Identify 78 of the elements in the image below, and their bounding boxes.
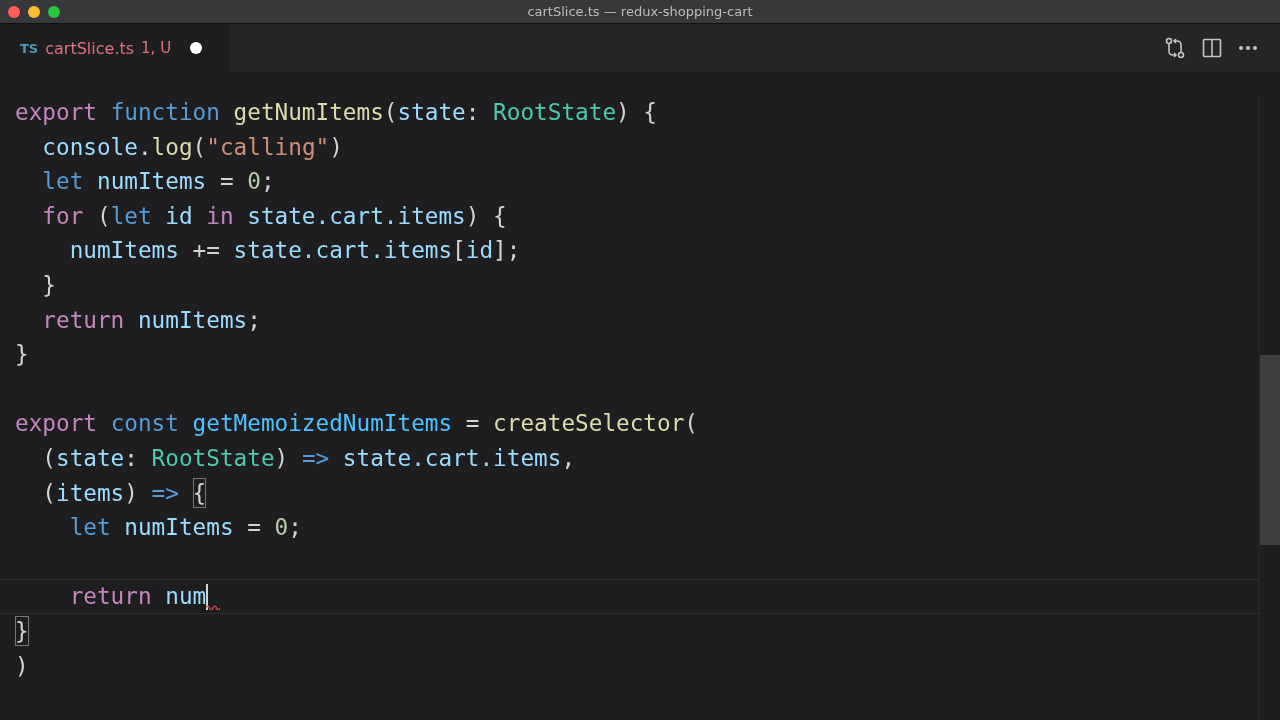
code-token: state.cart.items — [247, 201, 466, 231]
code-token: , — [561, 443, 576, 473]
code-token: return — [68, 582, 153, 612]
code-token: getNumItems — [233, 98, 384, 127]
code-token: export — [15, 98, 98, 127]
code-token: numItems — [124, 513, 234, 543]
code-token: function — [110, 98, 221, 127]
close-window-button[interactable] — [8, 5, 20, 18]
code-token: ( — [383, 98, 398, 127]
code-token: let — [68, 513, 112, 543]
tab-status: 1, U — [141, 39, 172, 57]
code-token: ]; — [493, 236, 521, 266]
tab-filename: cartSlice.ts — [45, 38, 135, 58]
code-token: ( — [41, 443, 56, 473]
matched-bracket: { — [192, 477, 207, 508]
minimize-window-button[interactable] — [28, 5, 40, 18]
code-token: ) — [274, 443, 290, 473]
typescript-file-icon: TS — [20, 40, 39, 56]
code-token: ) { — [616, 98, 658, 127]
code-token: : — [465, 98, 481, 127]
code-token: += — [191, 236, 221, 266]
code-token: . — [137, 132, 152, 162]
code-token: 0 — [247, 167, 261, 197]
zoom-window-button[interactable] — [48, 5, 60, 18]
code-token: ; — [260, 167, 275, 197]
code-token: RootState — [151, 443, 275, 473]
code-token: : — [124, 443, 139, 473]
code-token: = — [464, 409, 481, 439]
code-token: ( — [192, 132, 207, 162]
window-title: cartSlice.ts — redux-shopping-cart — [527, 4, 753, 19]
code-token: ; — [247, 305, 261, 335]
code-token: => — [301, 443, 331, 473]
code-token: = — [246, 513, 262, 543]
code-token: items — [56, 478, 125, 508]
code-token: let — [41, 167, 85, 197]
code-token: let — [110, 201, 153, 231]
matched-bracket: } — [15, 616, 29, 647]
code-token: getMemoizedNumItems — [192, 409, 453, 439]
code-token: export — [15, 409, 98, 439]
code-token: "calling" — [206, 132, 330, 162]
code-token: => — [151, 478, 180, 508]
code-token: id — [165, 201, 194, 231]
code-token: ) — [15, 651, 29, 681]
code-token: log — [151, 132, 193, 162]
code-token: ( — [684, 409, 698, 439]
code-token: } — [15, 340, 29, 370]
code-token: id — [465, 236, 494, 266]
code-token: in — [206, 201, 235, 231]
text-cursor — [206, 583, 209, 610]
code-token: console — [41, 132, 138, 162]
code-token: num — [165, 582, 207, 612]
split-editor-icon[interactable] — [1202, 38, 1222, 58]
code-token: } — [41, 270, 56, 300]
code-token: for — [41, 201, 84, 231]
compare-changes-icon[interactable] — [1164, 37, 1186, 59]
more-actions-icon[interactable] — [1238, 45, 1258, 51]
code-token: const — [110, 409, 180, 439]
code-token: numItems — [96, 167, 207, 197]
scrollbar-thumb[interactable] — [1260, 355, 1280, 545]
code-token: numItems — [137, 305, 248, 335]
code-token: ) — [329, 132, 343, 162]
code-token: RootState — [493, 98, 617, 127]
code-token: state — [397, 98, 466, 127]
code-token: ) — [124, 478, 139, 508]
code-token: ( — [95, 201, 111, 231]
code-token: state.cart.items — [233, 236, 453, 266]
code-token: 0 — [274, 513, 289, 543]
code-token: state — [56, 443, 125, 473]
code-token: ( — [41, 478, 56, 508]
code-token: createSelector — [493, 409, 685, 439]
code-token: numItems — [68, 236, 179, 266]
code-token: [ — [452, 236, 466, 266]
code-token: = — [218, 167, 235, 197]
code-token: ) { — [465, 201, 507, 231]
code-token: state.cart.items — [342, 443, 562, 473]
code-token: ; — [288, 513, 302, 543]
editor-tab[interactable]: TS cartSlice.ts 1, U — [0, 24, 231, 72]
code-token: return — [41, 305, 126, 335]
